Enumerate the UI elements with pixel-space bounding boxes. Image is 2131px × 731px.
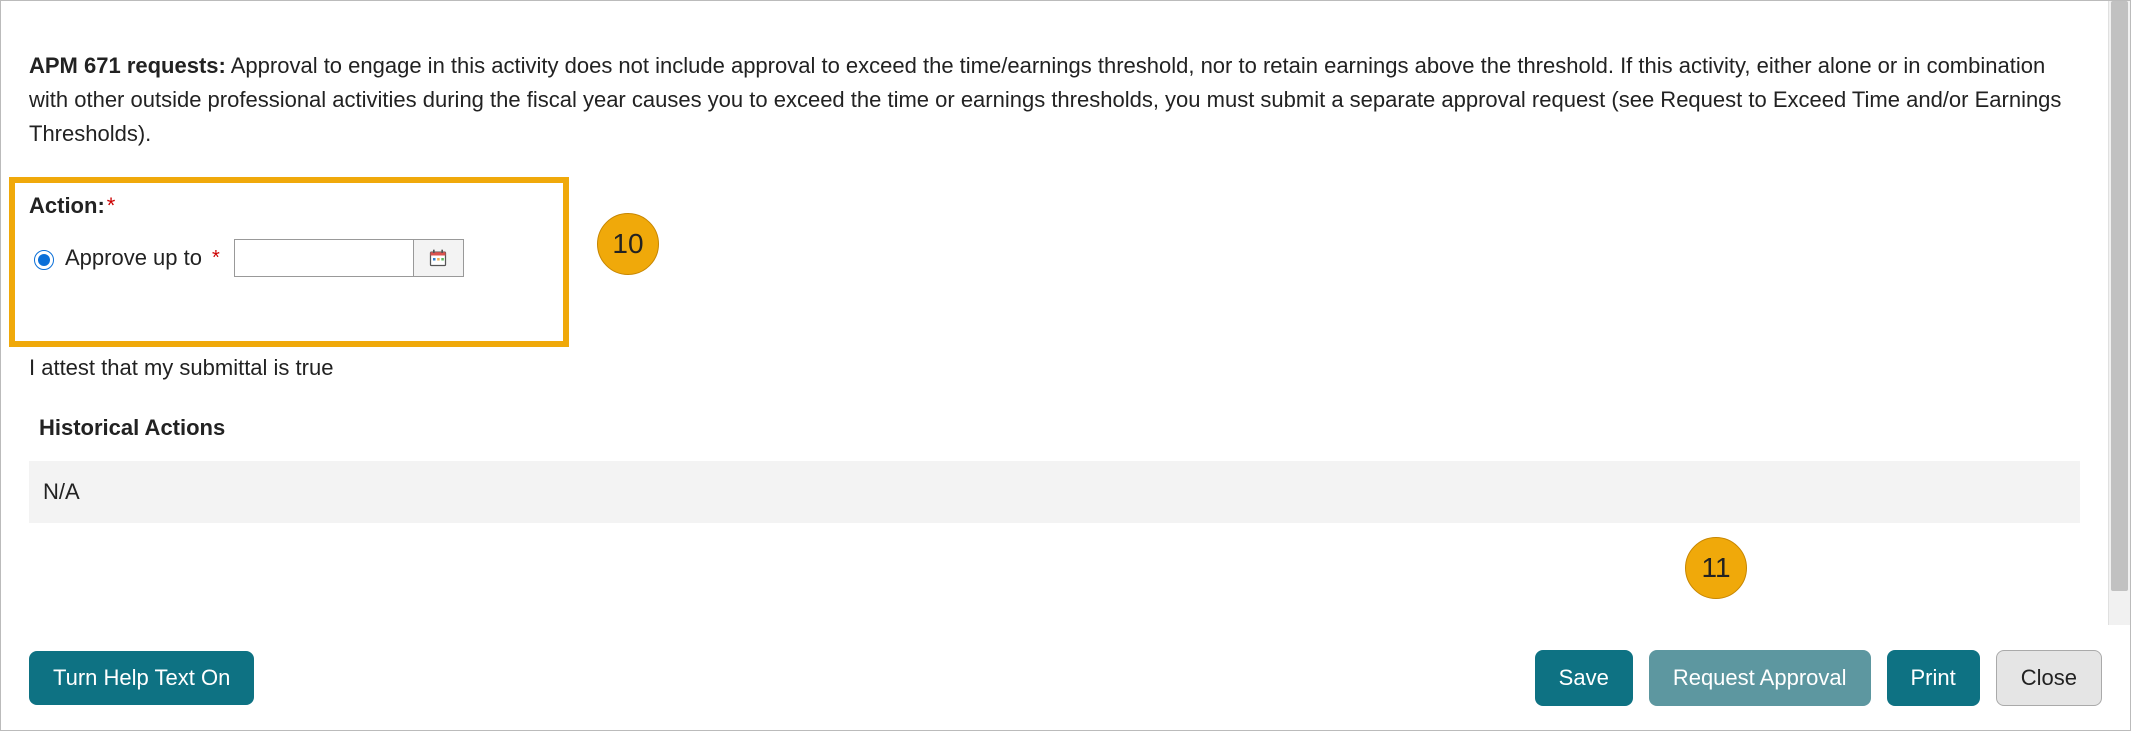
save-button[interactable]: Save	[1535, 650, 1633, 706]
scrollbar-thumb[interactable]	[2111, 1, 2128, 591]
scroll-area: APM 671 requests: Approval to engage in …	[1, 1, 2108, 625]
dialog-window: APM 671 requests: Approval to engage in …	[0, 0, 2131, 731]
approve-up-to-label: Approve up to	[65, 245, 202, 271]
intro-bold: APM 671 requests:	[29, 53, 226, 78]
footer-actions: Save Request Approval Print Close	[1535, 650, 2102, 706]
annotation-callout-10: 10	[597, 213, 659, 275]
close-button[interactable]: Close	[1996, 650, 2102, 706]
annotation-callout-11: 11	[1685, 537, 1747, 599]
action-option-row: Approve up to *	[29, 239, 2080, 277]
content-pane: APM 671 requests: Approval to engage in …	[1, 1, 2108, 523]
historical-actions-section: Historical Actions N/A	[29, 401, 2080, 523]
historical-actions-header: Historical Actions	[29, 401, 2080, 455]
approve-up-to-radio[interactable]	[34, 250, 54, 270]
date-required-asterisk: *	[212, 247, 220, 270]
intro-paragraph: APM 671 requests: Approval to engage in …	[29, 49, 2080, 151]
action-label-text: Action:	[29, 193, 105, 218]
intro-text: Approval to engage in this activity does…	[29, 53, 2061, 146]
date-input-group	[234, 239, 464, 277]
historical-action-row: N/A	[29, 461, 2080, 523]
scrollbar-track[interactable]	[2108, 1, 2130, 625]
request-approval-button[interactable]: Request Approval	[1649, 650, 1871, 706]
footer-bar: Turn Help Text On Save Request Approval …	[1, 625, 2130, 730]
date-picker-button[interactable]	[414, 239, 464, 277]
calendar-icon	[428, 248, 448, 268]
approve-date-input[interactable]	[234, 239, 414, 277]
help-text-toggle-button[interactable]: Turn Help Text On	[29, 651, 254, 705]
action-section: Action:* Approve up to *	[29, 181, 2080, 295]
attestation-text: I attest that my submittal is true	[29, 355, 2080, 381]
required-asterisk: *	[107, 193, 116, 218]
print-button[interactable]: Print	[1887, 650, 1980, 706]
action-label: Action:*	[29, 193, 2080, 219]
